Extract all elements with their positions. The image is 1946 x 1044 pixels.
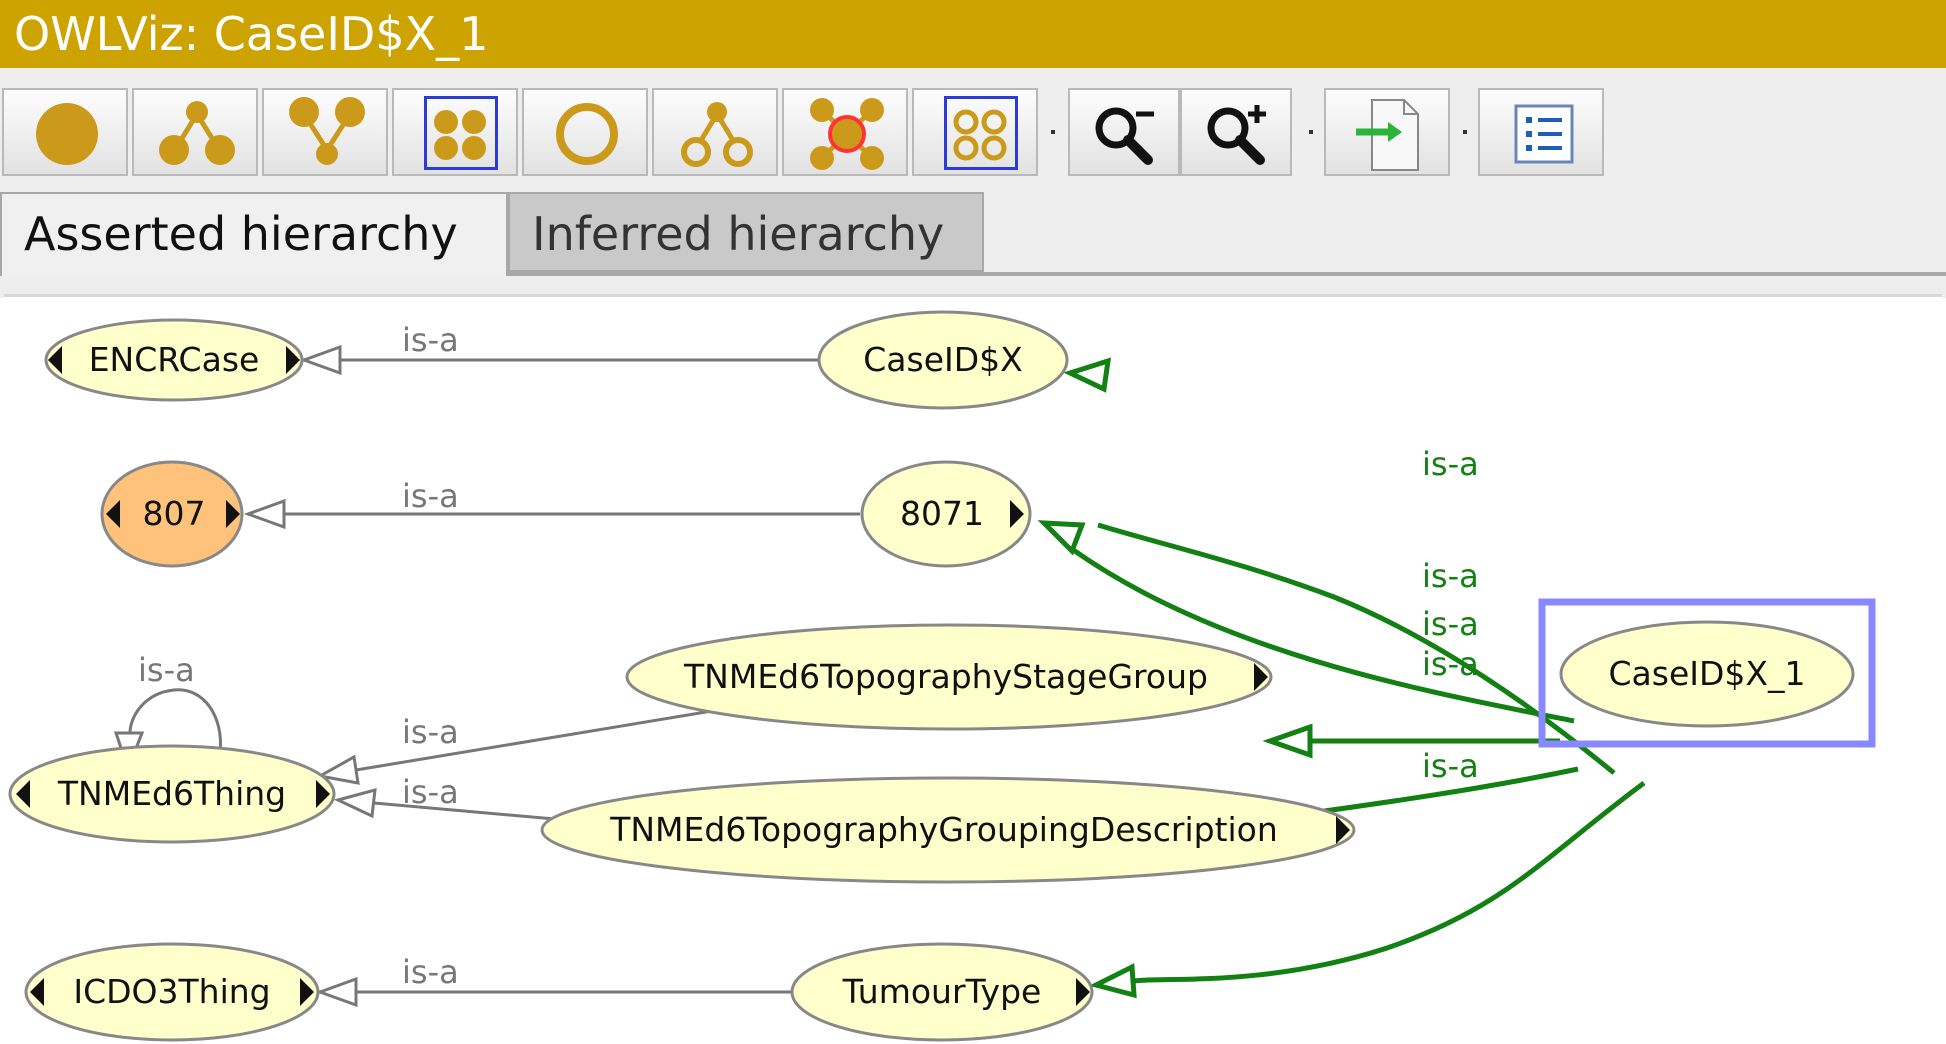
node-label: 8071 — [900, 494, 984, 533]
show-all-classes-button[interactable] — [392, 88, 518, 176]
hide-class-button[interactable] — [522, 88, 648, 176]
node-label: TNMEd6TopographyStageGroup — [683, 657, 1208, 696]
toolbar-separator — [1051, 130, 1055, 134]
hide-all-classes-button[interactable] — [912, 88, 1038, 176]
zoom-out-icon — [1095, 107, 1154, 165]
node-label: ICDO3Thing — [73, 972, 270, 1011]
window-title: OWLViz: CaseID$X_1 — [14, 7, 489, 61]
ring-icon — [556, 103, 618, 165]
zoom-in-icon — [1207, 105, 1266, 165]
edge-label: is-a — [138, 651, 195, 689]
node-icdo3thing[interactable]: ICDO3Thing — [24, 942, 320, 1042]
node-encrcase[interactable]: ENCRCase — [44, 318, 304, 402]
node-label: ENCRCase — [89, 340, 260, 379]
node-label: TumourType — [842, 972, 1042, 1011]
edge-label: is-a — [402, 477, 459, 515]
show-superclasses-button[interactable] — [262, 88, 388, 176]
node-tnmthing[interactable]: TNMEd6Thing — [8, 744, 336, 844]
edge-label: is-a — [1422, 445, 1479, 483]
zoom-out-button[interactable] — [1068, 88, 1180, 176]
edge-stagegroup-tnmthing: is-a — [315, 709, 713, 785]
node-caseidx[interactable]: CaseID$X — [817, 310, 1069, 410]
toolbar-separator — [1463, 130, 1467, 134]
node-label: TNMEd6TopographyGroupingDescription — [609, 810, 1278, 849]
filled-subclass-tree-icon — [159, 101, 235, 165]
node-stagegroup[interactable]: TNMEd6TopographyStageGroup — [625, 623, 1273, 731]
edge-label: is-a — [1422, 747, 1479, 785]
edge-label: is-a — [402, 321, 459, 359]
node-label: CaseID$X — [863, 340, 1023, 379]
edge-caseidx-encrcase: is-a — [299, 321, 818, 376]
node-groupingdesc[interactable]: TNMEd6TopographyGroupingDescription — [540, 776, 1356, 884]
node-label: 807 — [143, 494, 206, 533]
edge-label: is-a — [1422, 645, 1479, 683]
edge-tumourtype-icdo3thing: is-a — [315, 953, 796, 1008]
hide-subclasses-button[interactable] — [652, 88, 778, 176]
graph-canvas[interactable]: is-a is-a is-a is-a is-a is-a is-a is-a — [4, 294, 1942, 1044]
edge-label: is-a — [402, 773, 459, 811]
node-label: CaseID$X_1 — [1608, 654, 1805, 693]
edge-groupingdesc-tnmthing: is-a — [333, 773, 567, 822]
edge-label: is-a — [402, 953, 459, 991]
edge-label: is-a — [1422, 605, 1479, 643]
edge-label: is-a — [1422, 557, 1479, 595]
node-807[interactable]: 807 — [100, 460, 244, 568]
hide-others-button[interactable] — [782, 88, 908, 176]
node-caseidx1[interactable]: CaseID$X_1 — [1538, 598, 1876, 748]
edge-caseidx1-stagegroup: is-a — [1262, 605, 1560, 759]
options-list-icon — [1514, 104, 1574, 164]
node-label: TNMEd6Thing — [57, 774, 286, 813]
hide-others-icon — [810, 98, 884, 170]
node-tumourtype[interactable]: TumourType — [790, 942, 1094, 1042]
tab-inferred-hierarchy[interactable]: Inferred hierarchy — [508, 192, 984, 272]
ring-four-circles-icon — [953, 109, 1007, 161]
show-class-button[interactable] — [2, 88, 128, 176]
title-bar: OWLViz: CaseID$X_1 — [0, 0, 1946, 68]
edge-label: is-a — [402, 713, 459, 751]
ring-subclass-tree-icon — [681, 102, 753, 167]
filled-circle-icon — [36, 103, 98, 165]
export-button[interactable] — [1324, 88, 1450, 176]
filled-superclass-tree-icon — [289, 97, 365, 165]
export-icon — [1356, 99, 1419, 171]
toolbar-separator — [1309, 130, 1313, 134]
show-subclasses-button[interactable] — [132, 88, 258, 176]
tab-asserted-hierarchy[interactable]: Asserted hierarchy — [0, 192, 508, 276]
zoom-in-button[interactable] — [1180, 88, 1292, 176]
edge-8071-807: is-a — [243, 477, 860, 530]
filled-four-circles-icon — [434, 110, 486, 160]
options-button[interactable] — [1478, 88, 1604, 176]
node-8071[interactable]: 8071 — [860, 460, 1032, 568]
